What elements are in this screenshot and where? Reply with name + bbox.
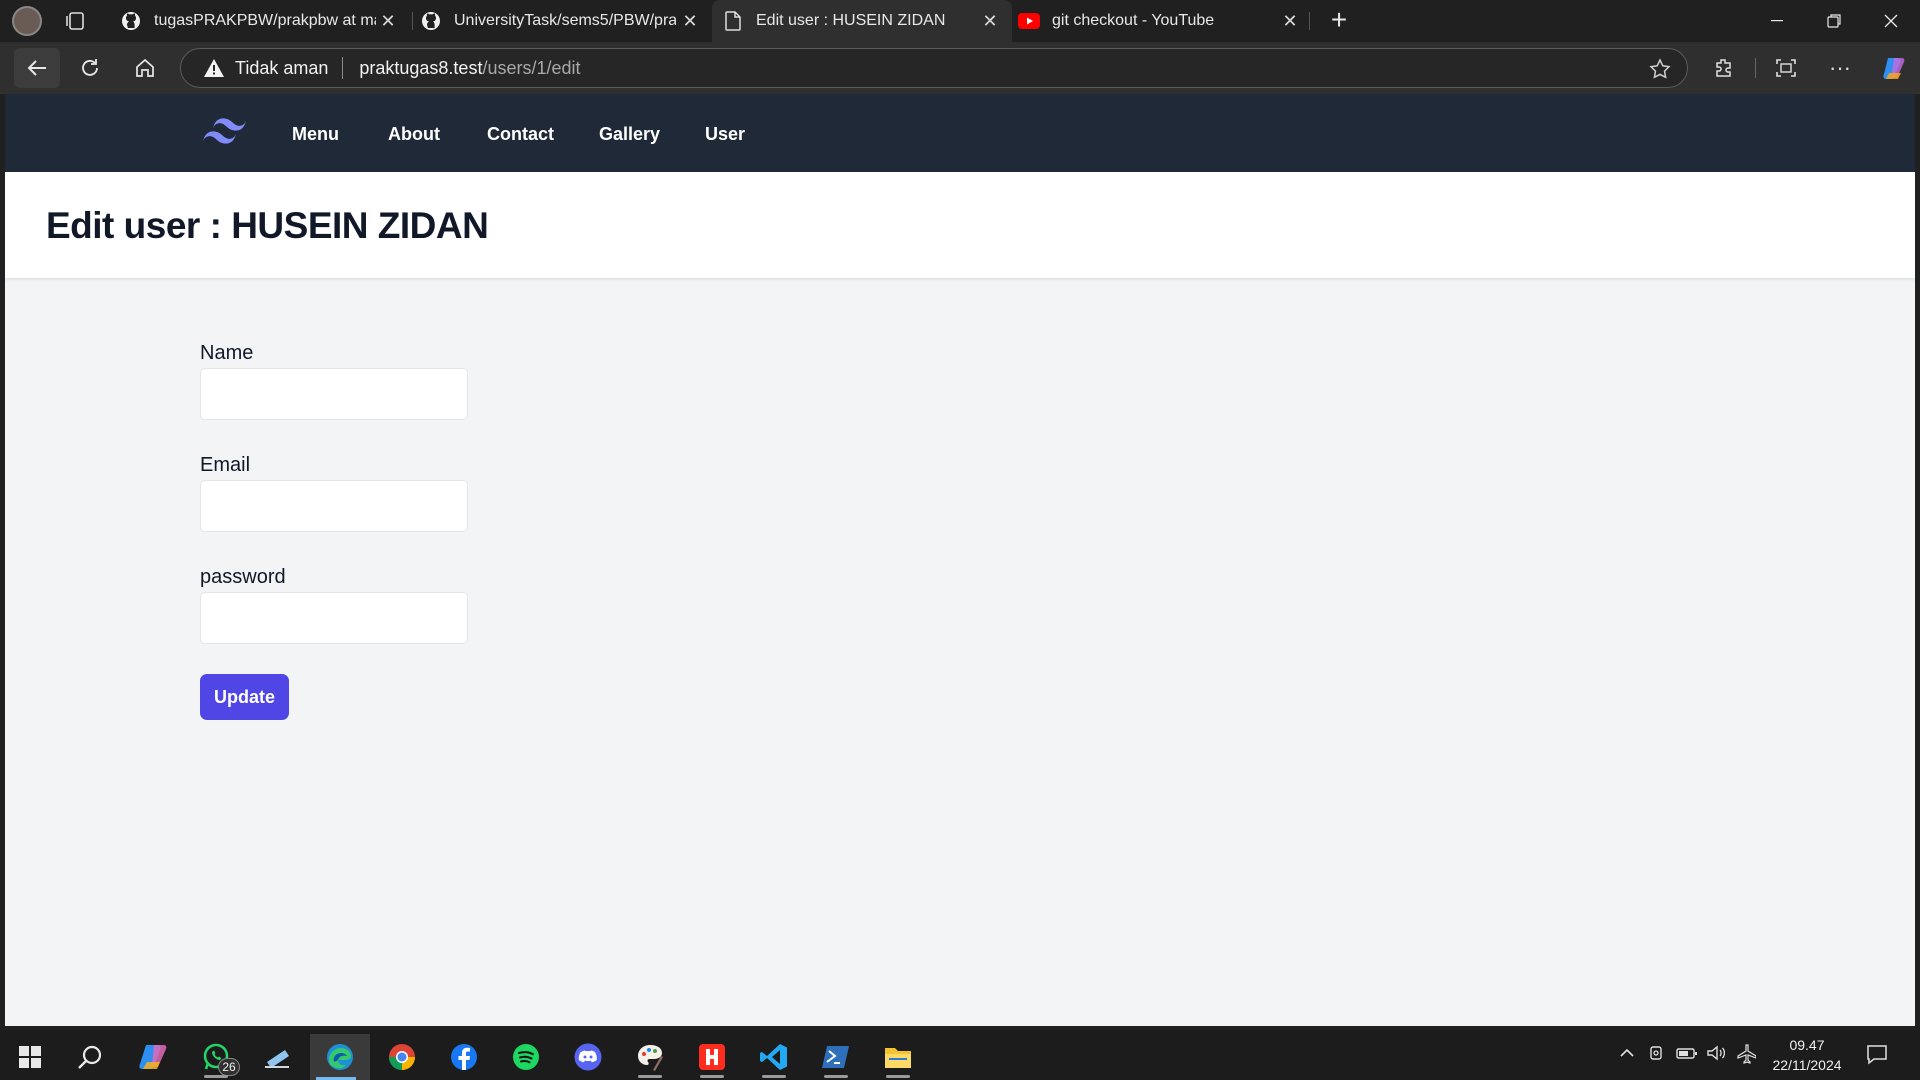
- page-viewport: Menu About Contact Gallery User Edit use…: [5, 94, 1915, 1026]
- github-icon: [420, 10, 442, 32]
- site-navbar: Menu About Contact Gallery User: [5, 94, 1915, 172]
- workspaces-icon[interactable]: [64, 9, 88, 33]
- tab-close-icon[interactable]: ✕: [980, 11, 1000, 31]
- home-icon: [136, 58, 154, 77]
- refresh-button[interactable]: [70, 48, 110, 88]
- email-label: Email: [200, 454, 251, 476]
- spotify-icon[interactable]: [500, 1034, 552, 1080]
- page-icon: [722, 10, 744, 32]
- clock-date: 22/11/2024: [1772, 1057, 1842, 1073]
- security-indicator[interactable]: Tidak aman: [203, 58, 328, 79]
- minimize-button[interactable]: [1748, 0, 1806, 42]
- email-input[interactable]: [200, 480, 468, 532]
- password-label: password: [200, 566, 286, 588]
- herd-icon[interactable]: [686, 1034, 738, 1080]
- page-header: Edit user : HUSEIN ZIDAN: [5, 172, 1915, 278]
- tab-close-icon[interactable]: ✕: [1280, 11, 1300, 31]
- tab-close-icon[interactable]: ✕: [378, 11, 398, 31]
- browser-toolbar: Tidak aman praktugas8.test/users/1/edit …: [0, 42, 1920, 94]
- file-explorer-icon[interactable]: [872, 1034, 924, 1080]
- url-host: praktugas8.test: [359, 57, 483, 78]
- tab-github-1[interactable]: tugasPRAKPBW/prakpbw at main ✕: [110, 0, 410, 42]
- security-label: Tidak aman: [235, 57, 329, 78]
- copilot-icon: [1883, 58, 1905, 79]
- tab-edit-user[interactable]: Edit user : HUSEIN ZIDAN ✕: [712, 0, 1012, 42]
- battery-icon[interactable]: [1676, 1044, 1698, 1067]
- tab-close-icon[interactable]: ✕: [680, 11, 700, 31]
- name-label: Name: [200, 342, 254, 364]
- facebook-icon[interactable]: [438, 1034, 490, 1080]
- volume-icon[interactable]: [1706, 1044, 1726, 1067]
- ellipsis-icon: ···: [1829, 55, 1851, 80]
- tailwind-logo-icon[interactable]: [201, 116, 249, 151]
- profile-avatar[interactable]: [12, 6, 42, 36]
- whatsapp-icon[interactable]: 26: [190, 1034, 242, 1080]
- nav-link-user[interactable]: User: [705, 124, 745, 145]
- back-arrow-icon: [27, 60, 46, 76]
- clock-time: 09.47: [1789, 1037, 1825, 1053]
- nav-link-contact[interactable]: Contact: [487, 124, 554, 145]
- notifications-icon[interactable]: [1866, 1043, 1888, 1070]
- windows-logo-icon: [19, 1046, 41, 1068]
- paint-icon[interactable]: [624, 1034, 676, 1080]
- edge-icon[interactable]: [310, 1034, 370, 1080]
- tab-separator: [1309, 12, 1310, 30]
- discord-icon[interactable]: [562, 1034, 614, 1080]
- password-input[interactable]: [200, 592, 468, 644]
- browser-tab-strip: tugasPRAKPBW/prakpbw at main ✕ Universit…: [0, 0, 1920, 42]
- new-tab-icon[interactable]: +: [1324, 6, 1354, 36]
- tab-title: tugasPRAKPBW/prakpbw at main: [154, 12, 376, 29]
- windows-taskbar: 26 09.47 22/11/2024: [0, 1030, 1920, 1080]
- chrome-icon[interactable]: [376, 1034, 428, 1080]
- warning-icon: [204, 59, 224, 77]
- address-divider: [342, 57, 344, 79]
- screenshot-button[interactable]: [1766, 48, 1806, 88]
- copilot-button[interactable]: [1874, 48, 1914, 88]
- address-bar[interactable]: Tidak aman praktugas8.test/users/1/edit: [180, 48, 1688, 88]
- show-hidden-icons[interactable]: [1618, 1044, 1636, 1067]
- tab-title: git checkout - YouTube: [1052, 12, 1215, 29]
- vscode-icon[interactable]: [748, 1034, 800, 1080]
- nav-link-menu[interactable]: Menu: [292, 124, 339, 145]
- start-button[interactable]: [4, 1034, 56, 1080]
- github-icon: [120, 10, 142, 32]
- powershell-icon[interactable]: [810, 1034, 862, 1080]
- back-button[interactable]: [14, 48, 60, 88]
- restore-button[interactable]: [1805, 0, 1863, 42]
- youtube-icon: [1018, 10, 1040, 32]
- screenshot-icon: [1776, 59, 1796, 77]
- taskbar-clock[interactable]: 09.47 22/11/2024: [1766, 1035, 1848, 1075]
- nav-link-about[interactable]: About: [388, 124, 440, 145]
- whatsapp-badge: 26: [218, 1058, 240, 1076]
- tab-github-2[interactable]: UniversityTask/sems5/PBW/praktu ✕: [412, 0, 712, 42]
- page-title: Edit user : HUSEIN ZIDAN: [46, 205, 489, 246]
- puzzle-icon: [1716, 59, 1731, 77]
- tab-title: Edit user : HUSEIN ZIDAN: [756, 12, 946, 29]
- more-menu-button[interactable]: ···: [1820, 48, 1860, 88]
- explorer-shortcut-icon[interactable]: [252, 1034, 304, 1080]
- name-input[interactable]: [200, 368, 468, 420]
- tab-title: UniversityTask/sems5/PBW/praktu: [454, 12, 676, 29]
- close-window-button[interactable]: [1862, 0, 1920, 42]
- airplane-mode-icon[interactable]: [1736, 1044, 1757, 1069]
- copilot-icon[interactable]: [127, 1034, 179, 1080]
- extensions-button[interactable]: [1704, 48, 1744, 88]
- url-path: /users/1/edit: [482, 57, 581, 78]
- tab-youtube[interactable]: git checkout - YouTube ✕: [1012, 0, 1312, 42]
- home-button[interactable]: [125, 48, 165, 88]
- update-button[interactable]: Update: [200, 674, 289, 720]
- refresh-icon: [82, 59, 98, 76]
- search-icon[interactable]: [64, 1034, 116, 1080]
- toolbar-divider: [1755, 58, 1756, 78]
- camera-icon[interactable]: [1648, 1044, 1666, 1067]
- nav-link-gallery[interactable]: Gallery: [599, 124, 660, 145]
- favorite-star-icon[interactable]: [1649, 58, 1671, 85]
